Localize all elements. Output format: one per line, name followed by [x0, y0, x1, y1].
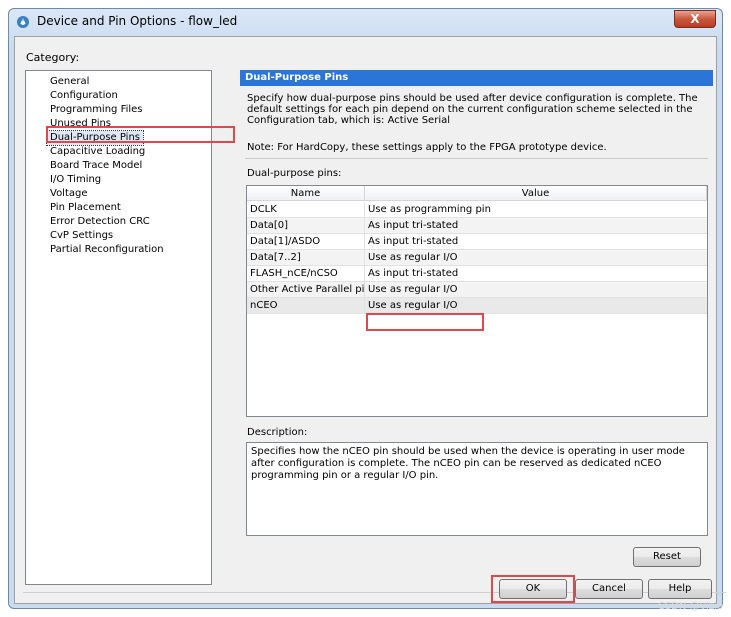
- table-row[interactable]: Data[7..2] Use as regular I/O: [247, 250, 707, 266]
- category-item-cvp-settings[interactable]: CvP Settings: [50, 229, 113, 243]
- pin-value-cell[interactable]: As input tri-stated: [365, 266, 707, 281]
- table-row[interactable]: nCEO Use as regular I/O: [247, 298, 707, 314]
- panel-description: Specify how dual-purpose pins should be …: [247, 93, 698, 126]
- category-item-programming-files[interactable]: Programming Files: [50, 103, 143, 117]
- table-row[interactable]: DCLK Use as programming pin: [247, 202, 707, 218]
- window-title: Device and Pin Options - flow_led: [37, 14, 238, 28]
- title-bar[interactable]: Device and Pin Options - flow_led X: [9, 9, 722, 35]
- separator: [245, 158, 708, 159]
- settings-panel: Dual-Purpose Pins Specify how dual-purpo…: [240, 70, 713, 585]
- column-header-name[interactable]: Name: [247, 186, 365, 201]
- table-row[interactable]: Data[0] As input tri-stated: [247, 218, 707, 234]
- section-title: Dual-Purpose Pins: [240, 70, 713, 86]
- pin-value-cell[interactable]: Use as regular I/O: [365, 250, 707, 265]
- category-item-board-trace-model[interactable]: Board Trace Model: [50, 159, 142, 173]
- category-item-partial-reconfiguration[interactable]: Partial Reconfiguration: [50, 243, 164, 257]
- pin-value-cell[interactable]: Use as programming pin: [365, 202, 707, 217]
- watermark: CSDN @Vizio: [657, 601, 723, 612]
- reset-button[interactable]: Reset: [633, 547, 701, 567]
- annotation-highlight-value: [366, 313, 484, 331]
- pin-name-cell: Data[1]/ASDO: [247, 234, 365, 249]
- app-icon: [17, 16, 29, 28]
- annotation-highlight-category: [46, 126, 235, 143]
- description-box: Specifies how the nCEO pin should be use…: [246, 442, 708, 536]
- dialog-client: Category: General Configuration Programm…: [14, 36, 726, 604]
- category-item-io-timing[interactable]: I/O Timing: [50, 173, 101, 187]
- pin-name-cell: FLASH_nCE/nCSO: [247, 266, 365, 281]
- table-row[interactable]: Data[1]/ASDO As input tri-stated: [247, 234, 707, 250]
- pin-value-cell[interactable]: As input tri-stated: [365, 218, 707, 233]
- category-list[interactable]: General Configuration Programming Files …: [25, 70, 212, 585]
- column-header-value[interactable]: Value: [365, 186, 707, 201]
- pin-value-cell[interactable]: Use as regular I/O: [365, 298, 707, 313]
- category-item-pin-placement[interactable]: Pin Placement: [50, 201, 121, 215]
- pin-value-cell[interactable]: As input tri-stated: [365, 234, 707, 249]
- category-label: Category:: [26, 51, 80, 64]
- category-item-voltage[interactable]: Voltage: [50, 187, 88, 201]
- pins-table[interactable]: Name Value DCLK Use as programming pin D…: [246, 185, 708, 417]
- table-row[interactable]: FLASH_nCE/nCSO As input tri-stated: [247, 266, 707, 282]
- table-row[interactable]: Other Active Parallel pins Use as regula…: [247, 282, 707, 298]
- description-label: Description:: [247, 427, 308, 438]
- category-item-configuration[interactable]: Configuration: [50, 89, 118, 103]
- annotation-highlight-ok: [491, 575, 575, 603]
- cancel-button[interactable]: Cancel: [575, 579, 643, 599]
- pin-value-cell[interactable]: Use as regular I/O: [365, 282, 707, 297]
- pin-name-cell: Data[7..2]: [247, 250, 365, 265]
- category-item-error-detection-crc[interactable]: Error Detection CRC: [50, 215, 150, 229]
- dialog-window: Device and Pin Options - flow_led X Cate…: [8, 8, 726, 609]
- category-item-general[interactable]: General: [50, 75, 89, 89]
- pin-name-cell: Data[0]: [247, 218, 365, 233]
- pins-label: Dual-purpose pins:: [247, 168, 342, 179]
- panel-note: Note: For HardCopy, these settings apply…: [247, 142, 607, 153]
- pin-name-cell: DCLK: [247, 202, 365, 217]
- pin-name-cell: nCEO: [247, 298, 365, 313]
- help-button[interactable]: Help: [648, 579, 712, 599]
- pin-name-cell: Other Active Parallel pins: [247, 282, 365, 297]
- category-item-capacitive-loading[interactable]: Capacitive Loading: [50, 145, 145, 159]
- close-button[interactable]: X: [674, 10, 716, 28]
